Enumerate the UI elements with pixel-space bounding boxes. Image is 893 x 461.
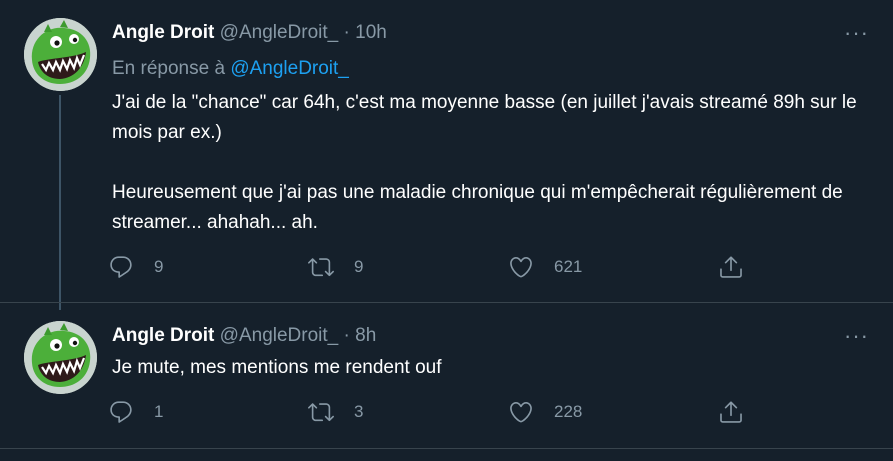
avatar[interactable] bbox=[24, 18, 97, 91]
like-button[interactable]: 621 bbox=[508, 254, 582, 280]
tweet[interactable]: Angle Droit @AngleDroit_ · 8h ··· Je mut… bbox=[0, 302, 893, 449]
author-name[interactable]: Angle Droit bbox=[112, 325, 214, 346]
tweet-time[interactable]: 10h bbox=[355, 22, 387, 43]
avatar[interactable] bbox=[24, 321, 97, 394]
share-button[interactable] bbox=[718, 254, 744, 280]
reply-button[interactable]: 9 bbox=[108, 254, 163, 280]
tweet-text: J'ai de la "chance" car 64h, c'est ma mo… bbox=[112, 88, 882, 238]
retweet-count: 9 bbox=[354, 257, 364, 276]
share-icon bbox=[720, 256, 742, 278]
separator-dot: · bbox=[343, 325, 350, 346]
reply-count: 1 bbox=[154, 402, 164, 421]
tweet-actions: 1 3 228 bbox=[108, 399, 768, 429]
reply-prefix: En réponse à bbox=[112, 58, 226, 79]
more-icon[interactable]: ··· bbox=[844, 323, 869, 349]
reply-context: En réponse à @AngleDroit_ bbox=[112, 58, 349, 80]
reply-count: 9 bbox=[154, 257, 164, 276]
more-icon[interactable]: ··· bbox=[844, 20, 869, 46]
tweet-text: Je mute, mes mentions me rendent ouf bbox=[112, 353, 882, 383]
separator-dot: · bbox=[343, 22, 350, 43]
reply-mention-link[interactable]: @AngleDroit_ bbox=[230, 58, 349, 79]
tweet-header: Angle Droit @AngleDroit_ · 10h bbox=[112, 22, 387, 44]
tweet-paragraph: Heureusement que j'ai pas une maladie ch… bbox=[112, 182, 843, 233]
retweet-icon bbox=[308, 403, 334, 422]
tweet-header: Angle Droit @AngleDroit_ · 8h bbox=[112, 325, 376, 347]
like-count: 228 bbox=[554, 402, 583, 421]
like-icon bbox=[510, 256, 532, 278]
retweet-icon bbox=[308, 258, 334, 277]
author-name[interactable]: Angle Droit bbox=[112, 22, 214, 43]
like-button[interactable]: 228 bbox=[508, 399, 582, 425]
reply-button[interactable]: 1 bbox=[108, 399, 163, 425]
tweet-actions: 9 9 621 bbox=[108, 254, 768, 284]
author-handle[interactable]: @AngleDroit_ bbox=[220, 22, 339, 43]
divider bbox=[0, 448, 893, 449]
author-handle[interactable]: @AngleDroit_ bbox=[220, 325, 339, 346]
reply-icon bbox=[110, 256, 132, 278]
retweet-button[interactable]: 9 bbox=[308, 254, 363, 280]
like-icon bbox=[510, 401, 532, 423]
retweet-count: 3 bbox=[354, 402, 364, 421]
tweet-paragraph: J'ai de la "chance" car 64h, c'est ma mo… bbox=[112, 92, 857, 143]
tweet-paragraph: Je mute, mes mentions me rendent ouf bbox=[112, 357, 442, 378]
reply-icon bbox=[110, 401, 132, 423]
retweet-button[interactable]: 3 bbox=[308, 399, 363, 425]
tweet[interactable]: Angle Droit @AngleDroit_ · 10h ··· En ré… bbox=[0, 0, 893, 302]
tweet-time[interactable]: 8h bbox=[355, 325, 376, 346]
share-icon bbox=[720, 401, 742, 423]
share-button[interactable] bbox=[718, 399, 744, 425]
like-count: 621 bbox=[554, 257, 583, 276]
